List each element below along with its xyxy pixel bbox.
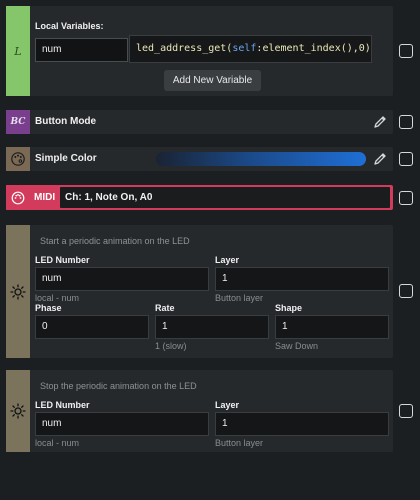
locals-title: Local Variables: — [35, 21, 104, 31]
simple-color-checkbox[interactable] — [399, 152, 413, 166]
add-new-variable-label: Add New Variable — [172, 75, 253, 86]
simple-color-side-tab — [6, 147, 30, 171]
color-swatch[interactable] — [156, 152, 366, 166]
rate-field[interactable]: 1 — [155, 315, 269, 339]
animation-start-checkbox[interactable] — [399, 284, 413, 298]
midi-label: MIDI — [34, 192, 56, 203]
button-mode-label: Button Mode — [35, 116, 97, 127]
layer-label: Layer — [215, 400, 240, 410]
animation-stop-checkbox[interactable] — [399, 404, 413, 418]
midi-value: Ch: 1, Note On, A0 — [65, 192, 153, 203]
expr-rest: :element_index(),0) — [256, 43, 371, 54]
layer-field[interactable]: 1 — [215, 267, 389, 291]
animation-stop-side-tab — [6, 370, 30, 452]
locals-checkbox[interactable] — [399, 44, 413, 58]
local-variable-expression-field[interactable]: led_address_get(self:element_index(),0) — [129, 35, 372, 63]
button-mode-block[interactable]: BC Button Mode — [6, 110, 393, 134]
animation-start-block: Start a periodic animation on the LED LE… — [6, 225, 393, 358]
expr-fn: led_address_get( — [136, 43, 233, 54]
locals-badge: L — [14, 44, 22, 58]
led-number-label: LED Number — [35, 255, 90, 265]
shape-field[interactable]: 1 — [275, 315, 389, 339]
led-number-help: local - num — [35, 293, 80, 303]
palette-icon — [11, 152, 25, 166]
sun-icon — [10, 283, 26, 300]
local-variable-name-field[interactable]: num — [35, 38, 128, 62]
simple-color-label: Simple Color — [35, 153, 97, 164]
led-number-label: LED Number — [35, 400, 90, 410]
pencil-icon[interactable] — [373, 152, 387, 166]
sun-icon — [10, 403, 26, 419]
midi-block[interactable]: MIDI Ch: 1, Note On, A0 — [6, 185, 393, 210]
animation-start-side-tab — [6, 225, 30, 358]
midi-icon — [11, 191, 25, 204]
animation-start-note: Start a periodic animation on the LED — [40, 236, 190, 246]
midi-side-tab — [6, 185, 30, 210]
add-new-variable-button[interactable]: Add New Variable — [164, 70, 261, 91]
phase-label: Phase — [35, 303, 62, 313]
local-variables-block: L Local Variables: num led_address_get(s… — [6, 6, 393, 96]
animation-stop-block: Stop the periodic animation on the LED L… — [6, 370, 393, 452]
layer-help: Button layer — [215, 293, 264, 303]
led-number-field[interactable]: num — [35, 412, 209, 436]
led-number-field[interactable]: num — [35, 267, 209, 291]
midi-value-field[interactable]: Ch: 1, Note On, A0 — [60, 187, 390, 208]
rate-label: Rate — [155, 303, 175, 313]
locals-side-tab: L — [6, 6, 30, 96]
led-number-help: local - num — [35, 438, 80, 448]
phase-field[interactable]: 0 — [35, 315, 149, 339]
button-mode-checkbox[interactable] — [399, 115, 413, 129]
button-mode-side-tab: BC — [6, 110, 30, 134]
simple-color-block[interactable]: Simple Color — [6, 147, 393, 171]
layer-label: Layer — [215, 255, 240, 265]
animation-stop-note: Stop the periodic animation on the LED — [40, 381, 197, 391]
midi-checkbox[interactable] — [399, 191, 413, 205]
rate-help: 1 (slow) — [155, 341, 187, 351]
layer-help: Button layer — [215, 438, 264, 448]
layer-field[interactable]: 1 — [215, 412, 389, 436]
pencil-icon[interactable] — [373, 115, 387, 129]
shape-help: Saw Down — [275, 341, 319, 351]
expr-self: self — [232, 43, 257, 54]
shape-label: Shape — [275, 303, 303, 313]
button-mode-badge: BC — [10, 117, 26, 127]
